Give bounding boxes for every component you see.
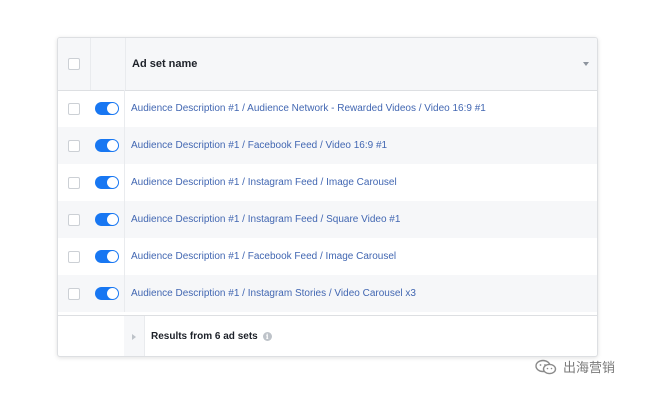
table-header: Ad set name <box>58 38 597 91</box>
row-checkbox[interactable] <box>68 287 80 300</box>
table-row[interactable]: Audience Description #1 / Instagram Stor… <box>58 275 597 312</box>
ad-set-name-link[interactable]: Audience Description #1 / Facebook Feed … <box>131 140 387 151</box>
ad-set-name-link[interactable]: Audience Description #1 / Audience Netwo… <box>131 103 486 114</box>
watermark: 出海营销 <box>535 357 615 376</box>
chevron-right-icon <box>132 333 136 340</box>
select-all-cell <box>58 38 91 90</box>
row-checkbox[interactable] <box>68 176 80 189</box>
ad-set-toggle[interactable] <box>95 176 119 189</box>
row-checkbox[interactable] <box>68 102 80 115</box>
ad-set-toggle[interactable] <box>95 287 119 300</box>
table-row[interactable]: Audience Description #1 / Facebook Feed … <box>58 127 597 164</box>
ad-sets-table: Ad set name Audience Description #1 / Au… <box>57 37 598 357</box>
ad-set-name-link[interactable]: Audience Description #1 / Instagram Stor… <box>131 288 416 299</box>
ad-set-toggle[interactable] <box>95 102 119 115</box>
sort-dropdown-icon[interactable] <box>583 62 589 66</box>
ad-set-toggle[interactable] <box>95 250 119 263</box>
table-row[interactable]: Audience Description #1 / Facebook Feed … <box>58 238 597 275</box>
row-checkbox[interactable] <box>68 139 80 152</box>
table-row[interactable]: Audience Description #1 / Instagram Feed… <box>58 201 597 238</box>
select-all-checkbox[interactable] <box>68 58 80 70</box>
toggle-column-header <box>91 38 126 90</box>
results-label: Results from 6 ad sets <box>151 331 258 342</box>
results-summary: Results from 6 ad sets i <box>151 316 272 356</box>
column-header-label: Ad set name <box>132 58 198 70</box>
row-checkbox[interactable] <box>68 250 80 263</box>
info-icon[interactable]: i <box>262 332 272 341</box>
ad-set-name-header[interactable]: Ad set name <box>126 38 597 90</box>
table-footer: Results from 6 ad sets i <box>58 315 597 356</box>
ad-set-name-link[interactable]: Audience Description #1 / Facebook Feed … <box>131 251 396 262</box>
expand-results-button[interactable] <box>124 316 145 356</box>
watermark-text: 出海营销 <box>563 361 616 376</box>
ad-set-toggle[interactable] <box>95 139 119 152</box>
row-checkbox[interactable] <box>68 213 80 226</box>
table-row[interactable]: Audience Description #1 / Instagram Feed… <box>58 164 597 201</box>
wechat-logo-icon <box>535 359 557 374</box>
ad-set-toggle[interactable] <box>95 213 119 226</box>
ad-set-name-link[interactable]: Audience Description #1 / Instagram Feed… <box>131 214 400 225</box>
ad-set-name-link[interactable]: Audience Description #1 / Instagram Feed… <box>131 177 397 188</box>
table-row[interactable]: Audience Description #1 / Audience Netwo… <box>58 90 597 127</box>
